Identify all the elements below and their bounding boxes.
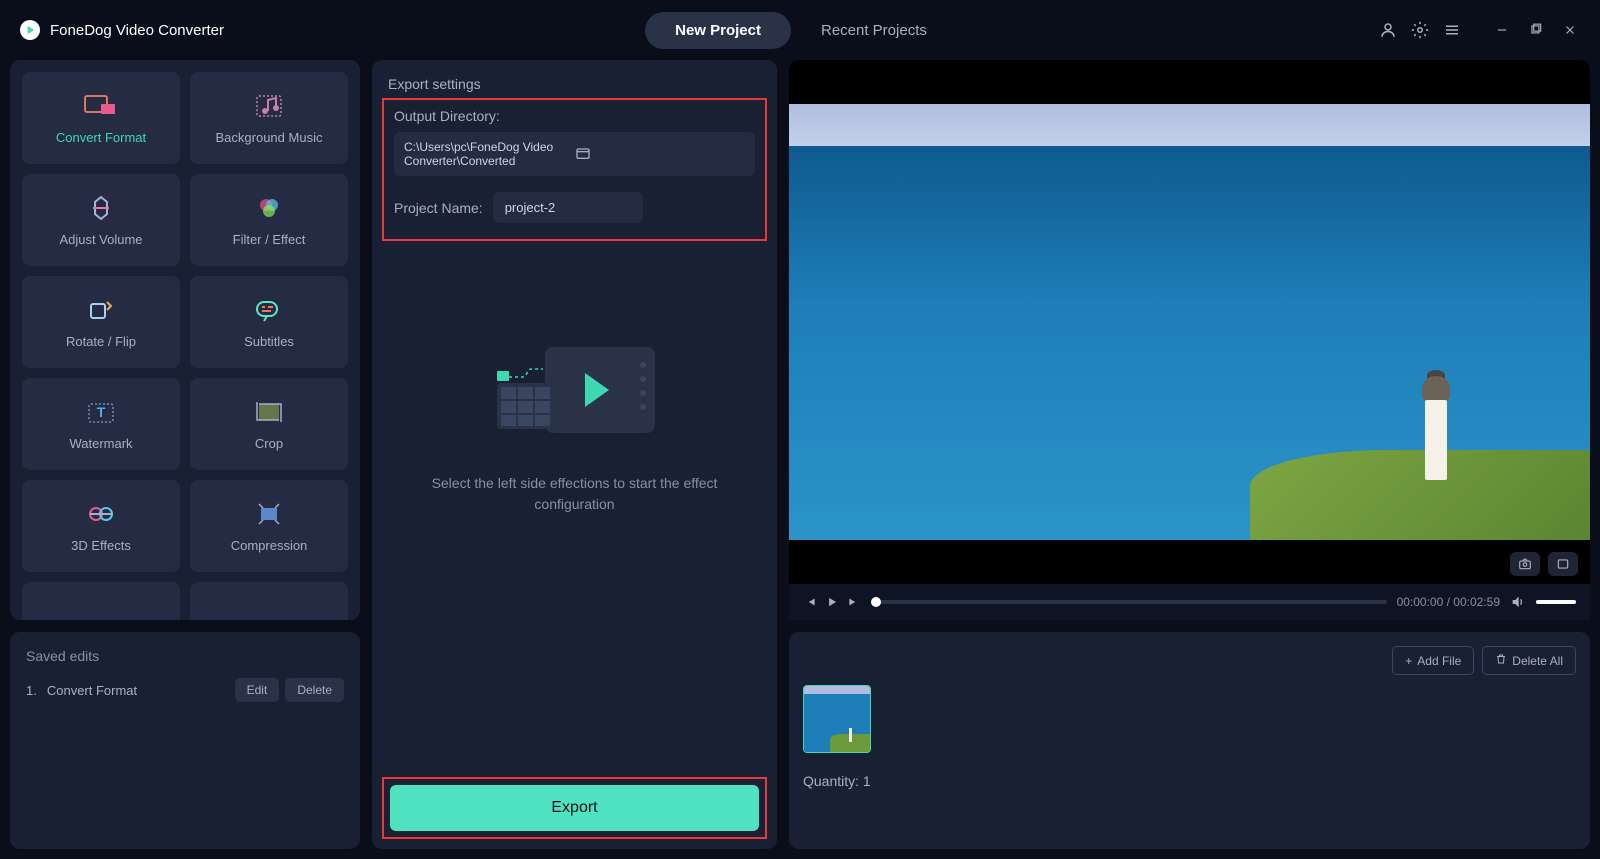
- close-icon[interactable]: [1560, 20, 1580, 40]
- 3d-icon: [83, 500, 119, 528]
- app-title: FoneDog Video Converter: [50, 22, 224, 39]
- convert-icon: [83, 92, 119, 120]
- tool-adjust-volume[interactable]: Adjust Volume: [22, 174, 180, 266]
- progress-slider[interactable]: [871, 600, 1387, 604]
- tool-compression[interactable]: Compression: [190, 480, 348, 572]
- effect-illustration-icon: [485, 335, 665, 445]
- main-tabs: New Project Recent Projects: [645, 12, 957, 49]
- tool-label: Background Music: [216, 130, 323, 145]
- edit-button[interactable]: Edit: [235, 678, 280, 702]
- screenshot-icon[interactable]: [1510, 552, 1540, 576]
- user-icon[interactable]: [1378, 20, 1398, 40]
- play-icon[interactable]: [825, 595, 839, 609]
- skip-next-icon[interactable]: [847, 595, 861, 609]
- title-bar: FoneDog Video Converter New Project Rece…: [0, 0, 1600, 60]
- tool-label: Watermark: [69, 436, 132, 451]
- watermark-icon: T: [83, 398, 119, 426]
- plus-icon: +: [1405, 654, 1412, 668]
- volume-icon: [83, 194, 119, 222]
- time-display: 00:00:00 / 00:02:59: [1397, 595, 1500, 609]
- title-left: FoneDog Video Converter: [20, 20, 224, 40]
- export-button[interactable]: Export: [390, 785, 759, 831]
- project-name-label: Project Name:: [394, 200, 483, 216]
- tool-filter-effect[interactable]: Filter / Effect: [190, 174, 348, 266]
- output-directory-label: Output Directory:: [394, 108, 755, 124]
- tool-rotate-flip[interactable]: Rotate / Flip: [22, 276, 180, 368]
- delete-all-button[interactable]: Delete All: [1482, 646, 1576, 675]
- export-settings-title: Export settings: [388, 76, 761, 92]
- volume-icon[interactable]: [1510, 594, 1526, 610]
- tool-partial-2[interactable]: [190, 582, 348, 620]
- video-frame: [789, 104, 1590, 540]
- right-panel: 00:00:00 / 00:02:59 +Add File Delete All…: [789, 60, 1590, 849]
- tool-3d-effects[interactable]: 3D Effects: [22, 480, 180, 572]
- compress-icon: [251, 500, 287, 528]
- quantity-text: Quantity: 1: [803, 773, 1576, 789]
- tool-crop[interactable]: Crop: [190, 378, 348, 470]
- menu-icon[interactable]: [1442, 20, 1462, 40]
- tool-label: Subtitles: [244, 334, 294, 349]
- delete-button[interactable]: Delete: [285, 678, 344, 702]
- subtitles-icon: [251, 296, 287, 324]
- tool-watermark[interactable]: T Watermark: [22, 378, 180, 470]
- browse-folder-icon[interactable]: [575, 145, 746, 164]
- app-logo: [20, 20, 40, 40]
- tab-new-project[interactable]: New Project: [645, 12, 791, 49]
- trash-icon: [1495, 653, 1507, 668]
- highlighted-settings: Output Directory: C:\Users\pc\FoneDog Vi…: [382, 98, 767, 241]
- saved-edit-row: 1. Convert Format Edit Delete: [26, 678, 344, 702]
- music-icon: [251, 92, 287, 120]
- video-preview: 00:00:00 / 00:02:59: [789, 60, 1590, 620]
- tab-recent-projects[interactable]: Recent Projects: [791, 12, 957, 49]
- project-name-input[interactable]: [493, 192, 643, 223]
- filter-icon: [251, 194, 287, 222]
- clip-icon: [251, 614, 287, 620]
- maximize-icon[interactable]: [1526, 20, 1546, 40]
- left-panel: Convert Format Background Music Adjust V…: [10, 60, 360, 849]
- tool-label: 3D Effects: [71, 538, 131, 553]
- tool-grid: Convert Format Background Music Adjust V…: [10, 60, 360, 620]
- output-directory-value: C:\Users\pc\FoneDog Video Converter\Conv…: [404, 140, 575, 168]
- saved-edit-index: 1.: [26, 683, 37, 698]
- tool-label: Crop: [255, 436, 283, 451]
- saved-edits-panel: Saved edits 1. Convert Format Edit Delet…: [10, 632, 360, 849]
- effect-hint-text: Select the left side effections to start…: [388, 473, 761, 515]
- tool-partial-1[interactable]: [22, 582, 180, 620]
- edit-icon: [83, 614, 119, 620]
- tool-background-music[interactable]: Background Music: [190, 72, 348, 164]
- playback-controls: 00:00:00 / 00:02:59: [789, 584, 1590, 620]
- video-viewport[interactable]: [789, 60, 1590, 584]
- settings-icon[interactable]: [1410, 20, 1430, 40]
- center-panel: Export settings Output Directory: C:\Use…: [372, 60, 777, 849]
- saved-edit-label: Convert Format: [47, 683, 137, 698]
- highlighted-export: Export: [382, 777, 767, 839]
- fullscreen-icon[interactable]: [1548, 552, 1578, 576]
- svg-text:T: T: [97, 404, 106, 420]
- tool-convert-format[interactable]: Convert Format: [22, 72, 180, 164]
- effect-placeholder: Select the left side effections to start…: [388, 255, 761, 777]
- saved-edits-title: Saved edits: [26, 648, 344, 664]
- tool-label: Filter / Effect: [233, 232, 306, 247]
- output-directory-field[interactable]: C:\Users\pc\FoneDog Video Converter\Conv…: [394, 132, 755, 176]
- tool-label: Adjust Volume: [59, 232, 142, 247]
- crop-icon: [251, 398, 287, 426]
- file-thumbnail[interactable]: [803, 685, 871, 753]
- skip-back previous-icon[interactable]: [803, 595, 817, 609]
- tool-label: Convert Format: [56, 130, 146, 145]
- add-file-button[interactable]: +Add File: [1392, 646, 1474, 675]
- tool-label: Compression: [231, 538, 308, 553]
- tool-label: Rotate / Flip: [66, 334, 136, 349]
- title-right: [1378, 20, 1580, 40]
- main-area: Convert Format Background Music Adjust V…: [0, 60, 1600, 859]
- rotate-icon: [83, 296, 119, 324]
- tool-subtitles[interactable]: Subtitles: [190, 276, 348, 368]
- file-area: +Add File Delete All Quantity: 1: [789, 632, 1590, 849]
- minimize-icon[interactable]: [1492, 20, 1512, 40]
- volume-slider[interactable]: [1536, 600, 1576, 604]
